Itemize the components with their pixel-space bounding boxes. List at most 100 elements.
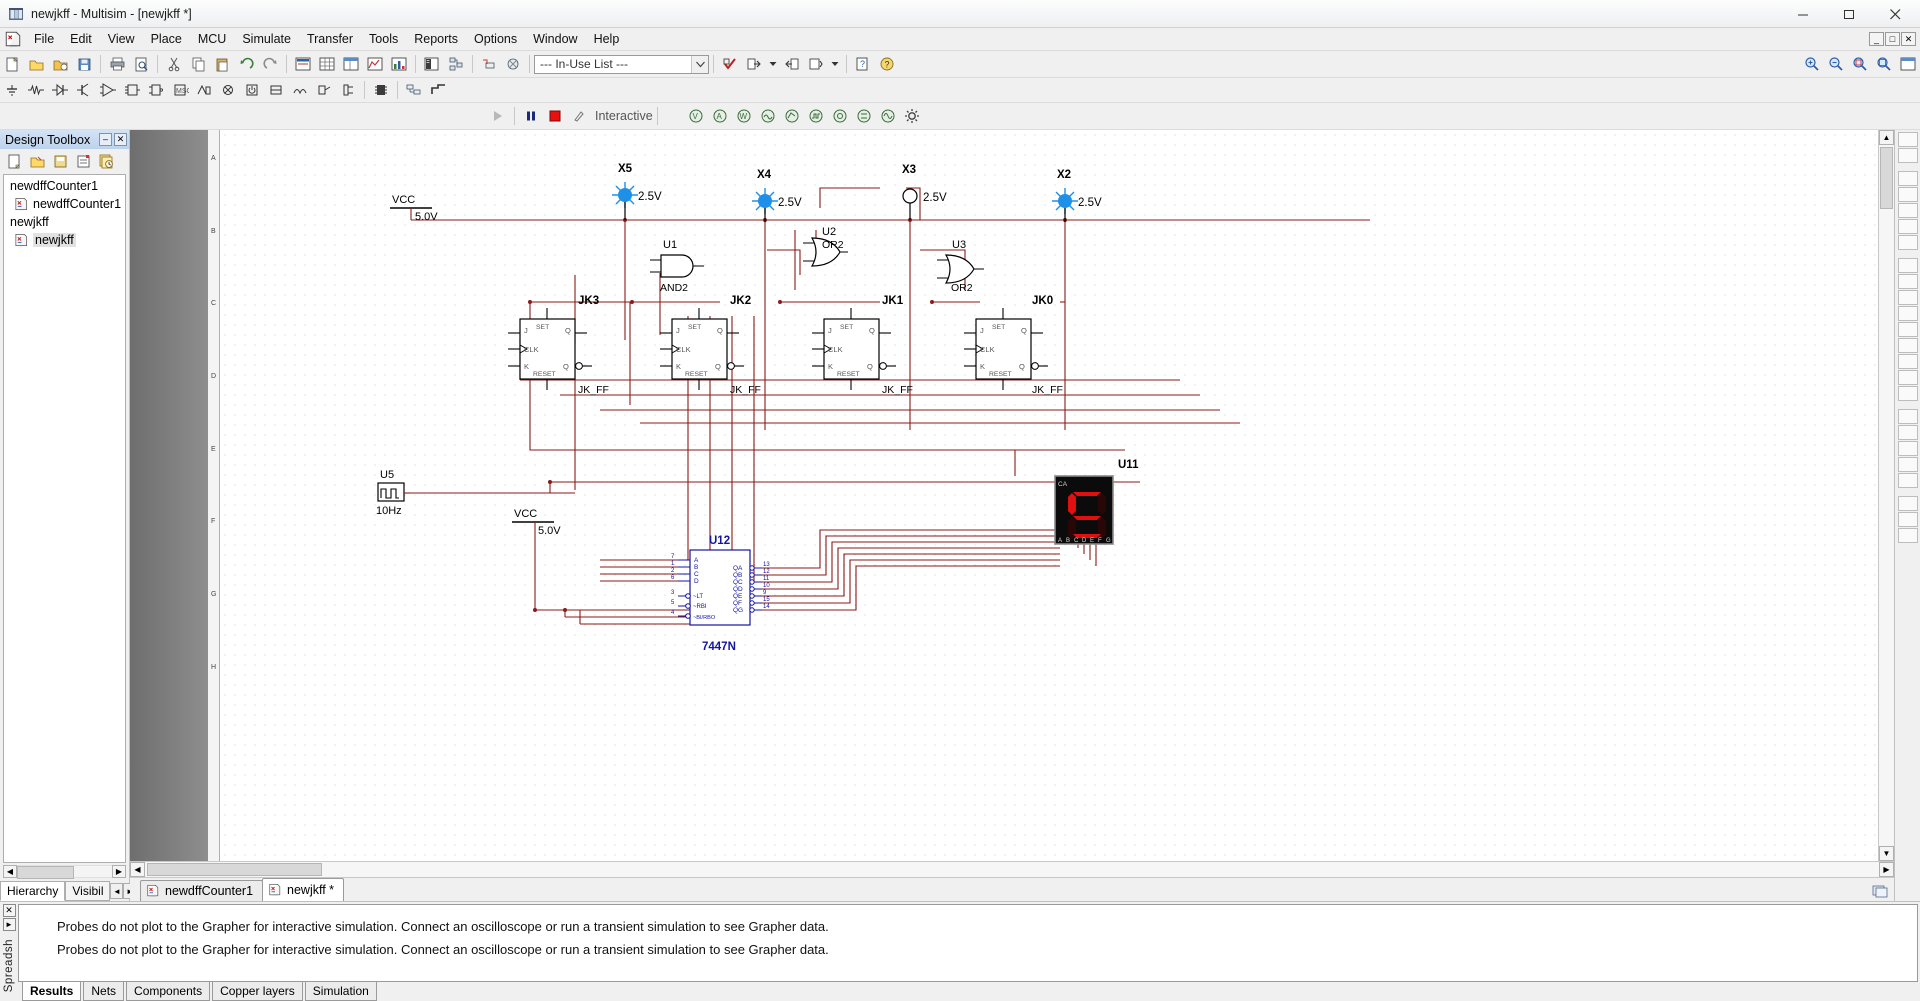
ss-tab-copper-layers[interactable]: Copper layers	[212, 982, 303, 1001]
menu-window[interactable]: Window	[525, 29, 585, 49]
pause-button[interactable]	[520, 106, 542, 127]
replace-subcircuit-icon[interactable]	[502, 54, 524, 75]
palette-button-5[interactable]	[1897, 203, 1918, 218]
open-file-icon[interactable]	[25, 54, 47, 75]
distortion-analyzer-icon[interactable]	[877, 106, 899, 127]
palette-button-2[interactable]	[1897, 148, 1918, 163]
palette-button-7[interactable]	[1897, 235, 1918, 250]
hierarchy-icon[interactable]	[445, 54, 467, 75]
palette-button-10[interactable]	[1897, 290, 1918, 305]
minimize-button[interactable]	[1780, 0, 1826, 28]
instrument-settings-icon[interactable]	[901, 106, 923, 127]
menu-reports[interactable]: Reports	[406, 29, 466, 49]
spreadsheet-view-icon[interactable]	[340, 54, 362, 75]
palette-button-13[interactable]	[1897, 338, 1918, 353]
doc-minimize-button[interactable]: _	[1869, 32, 1884, 46]
vscroll-track[interactable]	[1879, 145, 1894, 846]
paste-icon[interactable]	[211, 54, 233, 75]
in-use-list-combo[interactable]: --- In-Use List ---	[534, 54, 709, 74]
function-generator-icon[interactable]: A	[709, 106, 731, 127]
tree-node-child-2[interactable]: newjkff	[4, 231, 125, 249]
open-design-icon[interactable]	[27, 151, 47, 171]
probe-x2[interactable]: X2 2.5V	[1052, 169, 1102, 222]
palette-button-11[interactable]	[1897, 306, 1918, 321]
palette-button-12[interactable]	[1897, 322, 1918, 337]
place-resistor-icon[interactable]	[25, 80, 47, 101]
place-power-icon[interactable]	[241, 80, 263, 101]
spreadsheet-close-button[interactable]: ✕	[2, 904, 16, 917]
vscroll-thumb[interactable]	[1880, 147, 1893, 209]
schematic-view-icon[interactable]	[292, 54, 314, 75]
sheet-layers-icon[interactable]	[1872, 884, 1888, 898]
zoom-out-icon[interactable]	[1825, 54, 1847, 75]
zoom-fit-icon[interactable]	[1873, 54, 1895, 75]
print-preview-icon[interactable]	[130, 54, 152, 75]
tab-visibility[interactable]: Visibil	[65, 881, 111, 901]
gate-u2[interactable]: U2 OR2	[803, 226, 848, 267]
gate-u3[interactable]: U3 OR2	[937, 239, 984, 294]
palette-button-6[interactable]	[1897, 219, 1918, 234]
chevron-down-icon[interactable]	[767, 54, 779, 75]
graph-view-icon[interactable]	[364, 54, 386, 75]
hscroll-track[interactable]	[145, 862, 1879, 877]
place-mixed-icon[interactable]	[193, 80, 215, 101]
gate-u1[interactable]: U1 AND2	[650, 239, 704, 294]
bode-plotter-icon[interactable]	[781, 106, 803, 127]
menu-mcu[interactable]: MCU	[190, 29, 234, 49]
palette-button-19[interactable]	[1897, 441, 1918, 456]
doc-restore-button[interactable]: □	[1885, 32, 1900, 46]
design-tree[interactable]: newdffCounter1 newdffCounter1 newjkff ne…	[3, 174, 126, 863]
tree-node-root-1[interactable]: newdffCounter1	[4, 177, 125, 195]
cut-icon[interactable]	[163, 54, 185, 75]
chevron-down-icon[interactable]	[691, 55, 708, 73]
zoom-in-icon[interactable]	[1801, 54, 1823, 75]
canvas-vscrollbar[interactable]: ▲ ▼	[1878, 130, 1894, 861]
menu-simulate[interactable]: Simulate	[234, 29, 299, 49]
oscilloscope-icon[interactable]	[757, 106, 779, 127]
spreadsheet-collapse-button[interactable]: ►	[2, 918, 16, 931]
ss-tab-nets[interactable]: Nets	[83, 982, 125, 1001]
tab-hierarchy[interactable]: Hierarchy	[0, 881, 66, 901]
tree-node-child-1[interactable]: newdffCounter1	[4, 195, 125, 213]
zoom-area-icon[interactable]	[1849, 54, 1871, 75]
menu-file[interactable]: File	[26, 29, 62, 49]
design-history-icon[interactable]	[96, 151, 116, 171]
multimeter-icon[interactable]: V	[685, 106, 707, 127]
place-electromech-icon[interactable]	[313, 80, 335, 101]
scroll-down-icon[interactable]: ▼	[1879, 846, 1894, 861]
menu-edit[interactable]: Edit	[62, 29, 100, 49]
chevron-down-icon[interactable]	[829, 54, 841, 75]
palette-button-22[interactable]	[1897, 496, 1918, 511]
design-toolbox-close-button[interactable]: ✕	[114, 133, 127, 146]
seven-segment-display-u11[interactable]: CA A B C D E F G U11	[1054, 459, 1139, 545]
palette-button-23[interactable]	[1897, 512, 1918, 527]
redo-icon[interactable]	[259, 54, 281, 75]
place-analog-icon[interactable]	[97, 80, 119, 101]
scroll-up-icon[interactable]: ▲	[1879, 130, 1894, 145]
doc-close-button[interactable]: ✕	[1901, 32, 1916, 46]
menu-transfer[interactable]: Transfer	[299, 29, 361, 49]
run-button[interactable]	[487, 106, 509, 127]
place-mcu-icon[interactable]	[370, 80, 392, 101]
tab-nav-prev-icon[interactable]: ◄	[110, 883, 124, 899]
wattmeter-icon[interactable]: W	[733, 106, 755, 127]
flipflop-jk1[interactable]: J CLK K SET RESET Q Q JK1 JK_FF	[812, 295, 913, 396]
copy-icon[interactable]	[187, 54, 209, 75]
hscroll-thumb[interactable]	[147, 863, 322, 876]
scroll-left-icon[interactable]: ◀	[3, 865, 17, 878]
tree-node-root-2[interactable]: newjkff	[4, 213, 125, 231]
sheet-tab-newdffcounter1[interactable]: newdffCounter1	[140, 880, 264, 901]
design-tree-hscrollbar[interactable]: ◀ ▶	[3, 864, 126, 879]
place-hierarchical-block-icon[interactable]	[403, 80, 425, 101]
grid-view-icon[interactable]	[316, 54, 338, 75]
palette-button-1[interactable]	[1897, 132, 1918, 147]
stop-button[interactable]	[544, 106, 566, 127]
postprocessor-icon[interactable]	[388, 54, 410, 75]
undo-icon[interactable]	[235, 54, 257, 75]
scroll-track[interactable]	[17, 865, 112, 879]
clock-source-u5[interactable]: U5 10Hz	[376, 469, 410, 517]
palette-button-4[interactable]	[1897, 187, 1918, 202]
vcc-supply-1[interactable]: VCC 5.0V	[390, 194, 438, 223]
logic-analyzer-icon[interactable]	[829, 106, 851, 127]
probe-x5[interactable]: X5 2.5V	[612, 163, 662, 220]
